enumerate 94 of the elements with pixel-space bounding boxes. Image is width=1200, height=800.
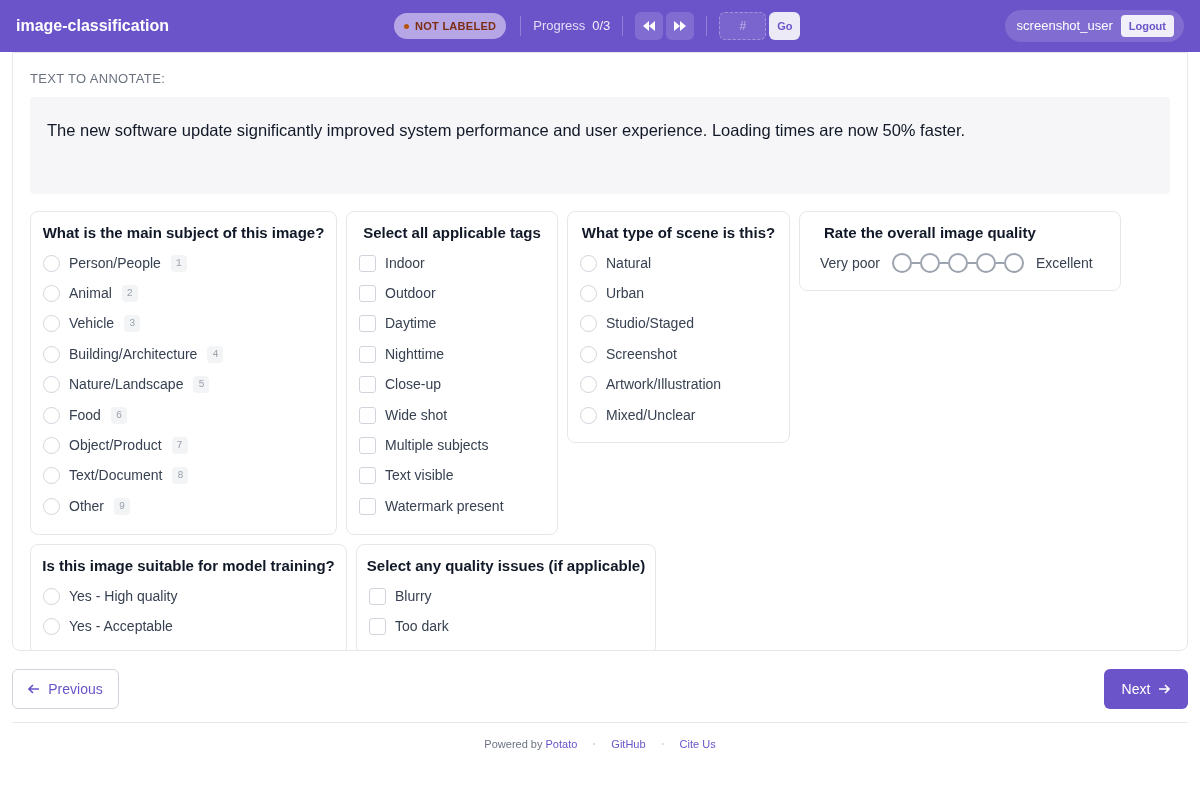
option-label: Nighttime <box>385 344 445 364</box>
option-label: Outdoor <box>385 284 436 304</box>
shortcut-key: 4 <box>207 345 224 363</box>
scale-min-label: Very poor <box>820 253 880 273</box>
question-title: Select all applicable tags <box>362 222 542 243</box>
radio-button[interactable] <box>43 315 60 333</box>
option-label: Indoor <box>385 253 425 273</box>
option-label: Too dark <box>395 617 449 637</box>
option-label: Object/Product <box>69 436 162 456</box>
radio-button[interactable] <box>43 618 60 636</box>
shortcut-key: 2 <box>121 285 138 303</box>
option-label: Natural <box>606 253 652 273</box>
fast-forward-icon <box>674 21 687 31</box>
option-label: Studio/Staged <box>606 314 694 334</box>
option-label: Urban <box>606 284 645 304</box>
radio-button[interactable] <box>43 587 60 605</box>
shortcut-key: 7 <box>171 437 188 455</box>
question-title: Rate the overall image quality <box>823 222 1037 243</box>
checkbox[interactable] <box>359 497 376 515</box>
option-label: Yes - Acceptable <box>69 617 173 637</box>
checkbox[interactable] <box>359 467 376 485</box>
shortcut-key: 1 <box>170 254 187 272</box>
option-label: Yes - High quality <box>69 586 178 606</box>
rewind-icon <box>643 21 656 31</box>
rewind-button[interactable] <box>635 12 664 40</box>
radio-button[interactable] <box>580 315 597 333</box>
radio-button[interactable] <box>580 254 597 272</box>
shortcut-key: 6 <box>110 406 127 424</box>
option-label: Multiple subjects <box>385 436 489 456</box>
radio-button[interactable] <box>43 376 60 394</box>
logout-button[interactable]: Logout <box>1120 15 1174 37</box>
app-title: image-classification <box>16 16 169 36</box>
radio-button[interactable] <box>43 497 60 515</box>
radio-button[interactable] <box>43 467 60 485</box>
option-label: Mixed/Unclear <box>606 405 696 425</box>
right-arrow-icon <box>1158 683 1171 695</box>
option-label: Screenshot <box>606 344 677 364</box>
option-label: Nature/Landscape <box>69 375 184 395</box>
checkbox[interactable] <box>359 437 376 455</box>
option-label: Text visible <box>385 466 454 486</box>
footer-link[interactable]: GitHub <box>611 736 646 753</box>
checkbox[interactable] <box>369 587 386 605</box>
question-title: What is the main subject of this image? <box>41 222 326 243</box>
checkbox[interactable] <box>359 285 376 303</box>
option-label: Blurry <box>395 586 432 606</box>
progress-label: Progress <box>533 17 586 36</box>
radio-button[interactable] <box>43 345 60 363</box>
checkbox[interactable] <box>359 345 376 363</box>
option-label: Artwork/Illustration <box>606 375 722 395</box>
option-label: Building/Architecture <box>69 344 198 364</box>
left-arrow-icon <box>28 683 41 695</box>
checkbox[interactable] <box>359 406 376 424</box>
checkbox[interactable] <box>359 254 376 272</box>
option-label: Other <box>69 496 104 516</box>
option-label: Text/Document <box>69 466 163 486</box>
previous-button[interactable]: Previous <box>12 669 119 709</box>
question-title: Select any quality issues (if applicable) <box>365 555 647 576</box>
option-label: Animal <box>69 284 112 304</box>
shortcut-key: 8 <box>172 467 189 485</box>
username: screenshot_user <box>1016 17 1113 36</box>
shortcut-key: 5 <box>193 376 210 394</box>
option-label: Close-up <box>385 375 442 395</box>
scale-max-label: Excellent <box>1035 253 1093 273</box>
powered-by-text: Powered by Potato <box>484 737 578 752</box>
checkbox[interactable] <box>359 315 376 333</box>
option-label: Vehicle <box>69 314 115 334</box>
shortcut-key: 3 <box>124 315 141 333</box>
progress-value: 0/3 <box>592 17 611 36</box>
section-label: TEXT TO ANNOTATE: <box>30 70 167 88</box>
footer-link[interactable]: Cite Us <box>679 736 716 753</box>
radio-button[interactable] <box>43 285 60 303</box>
shortcut-key: 9 <box>114 497 131 515</box>
option-label: Daytime <box>385 314 437 334</box>
question-title: Is this image suitable for model training? <box>41 555 336 576</box>
option-label: Food <box>69 405 101 425</box>
checkbox[interactable] <box>369 618 386 636</box>
radio-button[interactable] <box>580 285 597 303</box>
radio-button[interactable] <box>580 376 597 394</box>
radio-button[interactable] <box>43 254 60 272</box>
next-button[interactable]: Next <box>1104 669 1188 709</box>
radio-button[interactable] <box>580 345 597 363</box>
fast-forward-button[interactable] <box>666 12 695 40</box>
option-label: Watermark present <box>385 496 504 516</box>
question-title: What type of scene is this? <box>580 222 777 243</box>
status-label: NOT LABELED <box>415 18 497 34</box>
annotation-text: The new software update significantly improved system performance and user experience. Loading times are now 50% faster. <box>47 119 967 141</box>
potato-link[interactable]: Potato <box>545 738 578 750</box>
radio-button[interactable] <box>43 437 60 455</box>
option-label: Person/People <box>69 253 161 273</box>
go-button[interactable]: Go <box>769 12 801 40</box>
checkbox[interactable] <box>359 376 376 394</box>
option-label: Wide shot <box>385 405 448 425</box>
radio-button[interactable] <box>43 406 60 424</box>
radio-button[interactable] <box>580 406 597 424</box>
